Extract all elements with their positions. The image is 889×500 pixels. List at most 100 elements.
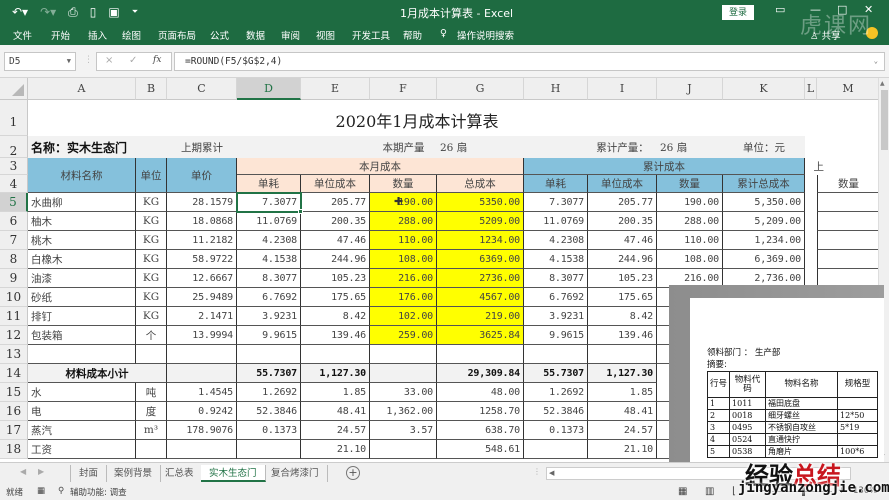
row-header-6[interactable]: 6 <box>0 212 28 231</box>
material-unit[interactable]: KG <box>136 193 167 212</box>
cell-consumption[interactable]: 3.9231 <box>237 307 301 326</box>
cell-qty[interactable]: 288.00 <box>370 212 437 231</box>
column-header-m[interactable]: M <box>817 78 880 100</box>
add-sheet-button[interactable]: + <box>346 466 360 480</box>
overhead-unit[interactable]: 吨 <box>136 383 167 402</box>
cell-consumption[interactable]: 52.3846 <box>237 402 301 421</box>
cell-unit-cost[interactable]: 244.96 <box>301 250 370 269</box>
row-header-7[interactable]: 7 <box>0 231 28 250</box>
cell-total[interactable]: 3625.84 <box>437 326 524 345</box>
formula-input[interactable]: =ROUND(F5/$G$2,4) ⌄ <box>174 52 885 71</box>
header-this-month-cost[interactable]: 本月成本 <box>237 158 524 175</box>
cell-c-consumption[interactable] <box>524 440 588 459</box>
blank-cell[interactable] <box>370 345 437 364</box>
column-header-f[interactable]: F <box>370 78 437 100</box>
overhead-name[interactable]: 蒸汽 <box>28 421 136 440</box>
cell-c-qty[interactable]: 288.00 <box>657 212 723 231</box>
cell-qty[interactable]: 3.57 <box>370 421 437 440</box>
fill-handle[interactable] <box>298 209 303 214</box>
cell-unit-cost[interactable]: 205.77 <box>301 193 370 212</box>
cell-c-consumption[interactable]: 6.7692 <box>524 288 588 307</box>
cell-total[interactable]: 548.61 <box>437 440 524 459</box>
column-header-l[interactable]: L <box>805 78 817 100</box>
cell-c-unit_cost[interactable]: 8.42 <box>588 307 657 326</box>
enter-icon[interactable]: ✓ <box>129 55 137 66</box>
cell-total[interactable]: 2736.00 <box>437 269 524 288</box>
prev-sheet-icon[interactable]: ◀ <box>20 467 26 476</box>
blank-cell[interactable] <box>588 345 657 364</box>
prev-qty-cell[interactable] <box>817 231 880 250</box>
header-cum-sub[interactable]: 累计总成本 <box>723 175 805 193</box>
sheet-tab-case-background[interactable]: 案例背景 <box>106 465 162 482</box>
cell-total[interactable]: 6369.00 <box>437 250 524 269</box>
cell-total[interactable]: 5209.00 <box>437 212 524 231</box>
overhead-unit[interactable]: m³ <box>136 421 167 440</box>
cell-price[interactable]: 178.9076 <box>167 421 237 440</box>
print-preview-icon[interactable]: ⎙ <box>68 4 78 20</box>
material-name[interactable]: 桃木 <box>28 231 136 250</box>
row-header-18[interactable]: 18 <box>0 440 28 459</box>
blank-cell[interactable] <box>167 364 237 383</box>
overhead-name[interactable]: 电 <box>28 402 136 421</box>
cumulative-output-label[interactable]: 累计产量： <box>588 136 657 158</box>
cell-c-qty[interactable]: 108.00 <box>657 250 723 269</box>
material-name[interactable]: 白橡木 <box>28 250 136 269</box>
cell-qty[interactable]: 176.00 <box>370 288 437 307</box>
cell-price[interactable]: 28.1579 <box>167 193 237 212</box>
cell-qty[interactable]: 190.00 <box>370 193 437 212</box>
sheet-tab-summary[interactable]: 汇总表 <box>157 465 203 482</box>
scroll-left-icon[interactable]: ◀ <box>549 469 554 477</box>
row2-blank[interactable] <box>237 136 370 158</box>
cell-c-unit_cost[interactable]: 200.35 <box>588 212 657 231</box>
row-header-3[interactable]: 3 <box>0 158 28 175</box>
cell-c-unit_cost[interactable]: 139.46 <box>588 326 657 345</box>
cell-total[interactable]: 1234.00 <box>437 231 524 250</box>
tab-page-layout[interactable]: 页面布局 <box>158 28 196 42</box>
prev-cumulative-label[interactable]: 上期累计 <box>167 136 237 158</box>
header-month-sub[interactable]: 总成本 <box>437 175 524 193</box>
row-header-11[interactable]: 11 <box>0 307 28 326</box>
ribbon-display-icon[interactable]: ▭ <box>775 3 785 16</box>
column-header-k[interactable]: K <box>723 78 805 100</box>
row-header-15[interactable]: 15 <box>0 383 28 402</box>
blank-cell[interactable] <box>136 345 167 364</box>
header-cum-sub[interactable]: 单位成本 <box>588 175 657 193</box>
column-header-i[interactable]: I <box>588 78 657 100</box>
tell-me-search[interactable]: 操作说明搜索 <box>457 28 514 42</box>
cell-qty[interactable]: 1,362.00 <box>370 402 437 421</box>
cell-c-consumption[interactable]: 4.2308 <box>524 231 588 250</box>
row-header-2[interactable]: 2 <box>0 136 28 158</box>
page-layout-view-icon[interactable]: ▥ <box>705 486 714 497</box>
cell-price[interactable]: 12.6667 <box>167 269 237 288</box>
subtotal-c-unit-cost[interactable]: 1,127.30 <box>588 364 657 383</box>
overhead-unit[interactable]: 度 <box>136 402 167 421</box>
insert-function-icon[interactable]: fx <box>153 55 161 65</box>
login-button[interactable]: 登录 <box>722 5 754 20</box>
scroll-up-icon[interactable]: ▲ <box>880 80 885 87</box>
prev-qty-cell[interactable] <box>817 250 880 269</box>
header-unit-price[interactable]: 单价 <box>167 158 237 193</box>
cell-c-total[interactable]: 1,234.00 <box>723 231 805 250</box>
page-break-view-icon[interactable]: ⌊ <box>732 486 736 497</box>
row-header-5[interactable]: 5 <box>0 193 28 212</box>
cell-price[interactable]: 2.1471 <box>167 307 237 326</box>
cell-c-consumption[interactable]: 0.1373 <box>524 421 588 440</box>
cell-unit-cost[interactable]: 139.46 <box>301 326 370 345</box>
row-header-8[interactable]: 8 <box>0 250 28 269</box>
cell-consumption[interactable]: 4.2308 <box>237 231 301 250</box>
blank-cell[interactable] <box>370 364 437 383</box>
cell-c-consumption[interactable]: 7.3077 <box>524 193 588 212</box>
row-header-9[interactable]: 9 <box>0 269 28 288</box>
cell-c-total[interactable]: 5,350.00 <box>723 193 805 212</box>
cell-unit-cost[interactable]: 21.10 <box>301 440 370 459</box>
cell-unit-cost[interactable]: 1.85 <box>301 383 370 402</box>
cell-unit-cost[interactable]: 24.57 <box>301 421 370 440</box>
blank-cell[interactable] <box>167 345 237 364</box>
cell-c-unit_cost[interactable]: 21.10 <box>588 440 657 459</box>
cell-total[interactable]: 219.00 <box>437 307 524 326</box>
header-month-sub[interactable]: 数量 <box>370 175 437 193</box>
unit-label[interactable]: 单位：元 <box>723 136 805 158</box>
normal-view-icon[interactable]: ▦ <box>678 486 687 497</box>
expand-formula-icon[interactable]: ⌄ <box>874 53 878 70</box>
row-header-13[interactable]: 13 <box>0 345 28 364</box>
